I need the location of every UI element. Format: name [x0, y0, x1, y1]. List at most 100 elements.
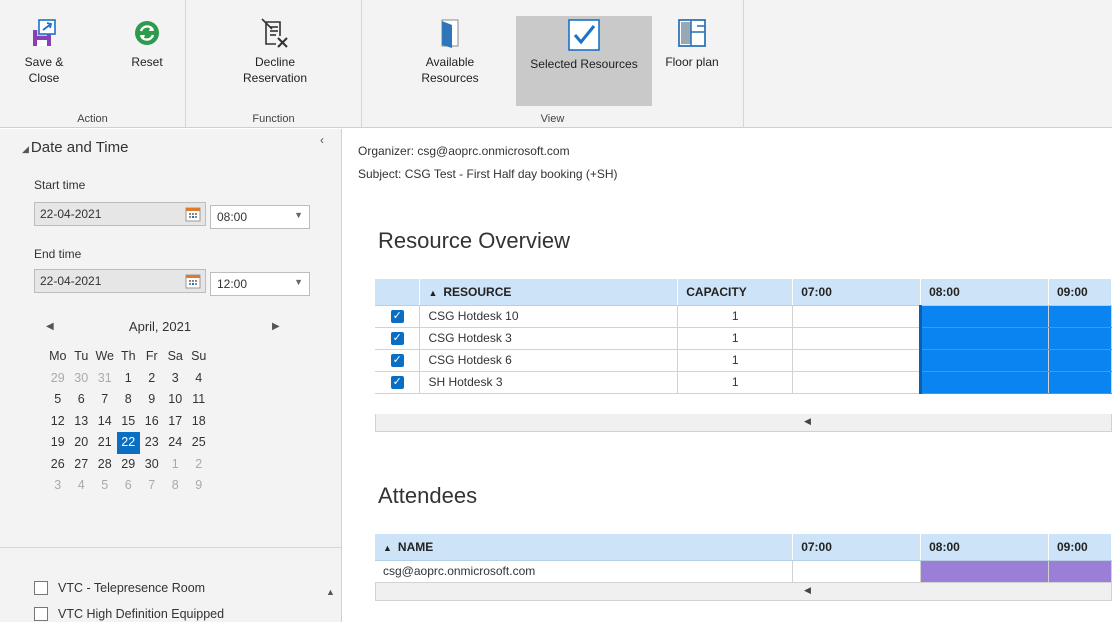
checked-checkbox-icon[interactable]: ✓: [390, 376, 404, 390]
scroll-left-icon[interactable]: ◀: [804, 585, 811, 596]
resource-column-header[interactable]: ▲ RESOURCE: [419, 279, 679, 306]
calendar-day[interactable]: 8: [117, 389, 141, 411]
end-calendar-icon[interactable]: [185, 273, 201, 289]
start-calendar-icon[interactable]: [185, 206, 201, 222]
calendar-day[interactable]: 18: [187, 411, 211, 433]
name-column-header[interactable]: ▲ NAME: [375, 534, 794, 561]
calendar-day[interactable]: 10: [164, 389, 188, 411]
row-checkbox-cell[interactable]: ✓: [375, 305, 421, 328]
resource-table-scrollbar[interactable]: ◀: [375, 414, 1112, 432]
calendar-day[interactable]: 30: [70, 368, 94, 390]
table-row[interactable]: ✓ SH Hotdesk 3 1: [375, 371, 1112, 394]
reset-button[interactable]: Reset: [122, 16, 172, 70]
timeslot-booked-cell[interactable]: [1048, 371, 1112, 394]
row-checkbox-cell[interactable]: ✓: [375, 371, 421, 394]
calendar-day[interactable]: 11: [187, 389, 211, 411]
timeslot-free-cell[interactable]: [792, 305, 922, 328]
calendar-day[interactable]: 29: [117, 454, 141, 476]
timeslot-free-cell[interactable]: [792, 349, 922, 372]
calendar-day[interactable]: 28: [93, 454, 117, 476]
filter-high-definition[interactable]: VTC High Definition Equipped: [34, 605, 224, 622]
calendar-day[interactable]: 5: [93, 475, 117, 497]
calendar-day[interactable]: 27: [70, 454, 94, 476]
attendee-busy-cell[interactable]: [920, 560, 1049, 583]
attendees-table-scrollbar[interactable]: ◀: [375, 583, 1112, 601]
checked-checkbox-icon[interactable]: ✓: [390, 332, 404, 346]
calendar-day[interactable]: 31: [93, 368, 117, 390]
calendar-day[interactable]: 29: [46, 368, 70, 390]
filter-checkbox[interactable]: [34, 607, 48, 621]
calendar-day[interactable]: 2: [187, 454, 211, 476]
calendar-next-icon[interactable]: ▶: [272, 321, 280, 332]
table-row[interactable]: csg@aoprc.onmicrosoft.com: [375, 560, 1112, 583]
timeslot-booked-cell[interactable]: [919, 349, 1049, 372]
capacity-column-header[interactable]: CAPACITY: [677, 279, 794, 306]
row-checkbox-cell[interactable]: ✓: [375, 349, 421, 372]
calendar-day[interactable]: 7: [93, 389, 117, 411]
filter-checkbox[interactable]: [34, 581, 48, 595]
timeslot-booked-cell[interactable]: [919, 305, 1049, 328]
calendar-day[interactable]: 21: [93, 432, 117, 454]
calendar-day[interactable]: 2: [140, 368, 164, 390]
scroll-up-icon[interactable]: ▲: [326, 587, 335, 597]
calendar-day[interactable]: 17: [164, 411, 188, 433]
start-time-select[interactable]: 08:00 ▼: [210, 205, 310, 229]
scroll-left-icon[interactable]: ◀: [804, 416, 811, 427]
timeslot-free-cell[interactable]: [792, 327, 922, 350]
calendar-day[interactable]: 13: [70, 411, 94, 433]
calendar-day[interactable]: 7: [140, 475, 164, 497]
calendar-day[interactable]: 1: [164, 454, 188, 476]
calendar-day[interactable]: 5: [46, 389, 70, 411]
calendar-day[interactable]: 4: [187, 368, 211, 390]
calendar-day[interactable]: 16: [140, 411, 164, 433]
calendar-day[interactable]: 9: [187, 475, 211, 497]
calendar-day[interactable]: 6: [117, 475, 141, 497]
save-close-label: Save & Close: [24, 55, 64, 85]
floor-plan-button[interactable]: Floor plan: [652, 16, 732, 70]
start-date-field[interactable]: 22-04-2021: [34, 202, 206, 226]
calendar-day[interactable]: 15: [117, 411, 141, 433]
calendar-day[interactable]: 26: [46, 454, 70, 476]
calendar-day[interactable]: 20: [70, 432, 94, 454]
calendar-day[interactable]: 8: [164, 475, 188, 497]
calendar-day[interactable]: 23: [140, 432, 164, 454]
decline-reservation-button[interactable]: Decline Reservation: [220, 16, 330, 86]
calendar-day[interactable]: 1: [117, 368, 141, 390]
select-column-header: [375, 279, 421, 306]
timeslot-booked-cell[interactable]: [1048, 327, 1112, 350]
end-date-field[interactable]: 22-04-2021: [34, 269, 206, 293]
table-row[interactable]: ✓ CSG Hotdesk 6 1: [375, 349, 1112, 372]
timeslot-free-cell[interactable]: [792, 371, 922, 394]
calendar-day[interactable]: 3: [164, 368, 188, 390]
checked-checkbox-icon[interactable]: ✓: [390, 354, 404, 368]
attendee-busy-cell[interactable]: [1048, 560, 1112, 583]
row-checkbox-cell[interactable]: ✓: [375, 327, 421, 350]
timeslot-booked-cell[interactable]: [919, 371, 1049, 394]
filter-telepresence[interactable]: VTC - Telepresence Room: [34, 579, 205, 597]
calendar-day-selected[interactable]: 22: [116, 432, 140, 454]
calendar-day[interactable]: 14: [93, 411, 117, 433]
calendar-month-title[interactable]: April, 2021: [40, 319, 280, 334]
save-close-button[interactable]: Save & Close: [8, 16, 80, 86]
date-time-section-header[interactable]: ◢ Date and Time: [22, 139, 128, 156]
calendar-day[interactable]: 4: [70, 475, 94, 497]
available-resources-button[interactable]: Available Resources: [400, 16, 500, 86]
calendar-day[interactable]: 9: [140, 389, 164, 411]
end-time-select[interactable]: 12:00 ▼: [210, 272, 310, 296]
collapse-panel-icon[interactable]: ‹: [320, 133, 324, 147]
calendar-day[interactable]: 12: [46, 411, 70, 433]
calendar-day[interactable]: 6: [70, 389, 94, 411]
calendar-day[interactable]: 19: [46, 432, 70, 454]
timeslot-booked-cell[interactable]: [1048, 305, 1112, 328]
checked-checkbox-icon[interactable]: ✓: [390, 310, 404, 324]
selected-resources-button[interactable]: Selected Resources: [516, 16, 652, 106]
table-row[interactable]: ✓ CSG Hotdesk 10 1: [375, 305, 1112, 328]
calendar-day[interactable]: 3: [46, 475, 70, 497]
table-row[interactable]: ✓ CSG Hotdesk 3 1: [375, 327, 1112, 350]
calendar-day[interactable]: 30: [140, 454, 164, 476]
calendar-day[interactable]: 24: [164, 432, 188, 454]
timeslot-booked-cell[interactable]: [919, 327, 1049, 350]
timeslot-booked-cell[interactable]: [1048, 349, 1112, 372]
calendar-day[interactable]: 25: [187, 432, 211, 454]
timeslot-free-cell[interactable]: [792, 560, 922, 583]
